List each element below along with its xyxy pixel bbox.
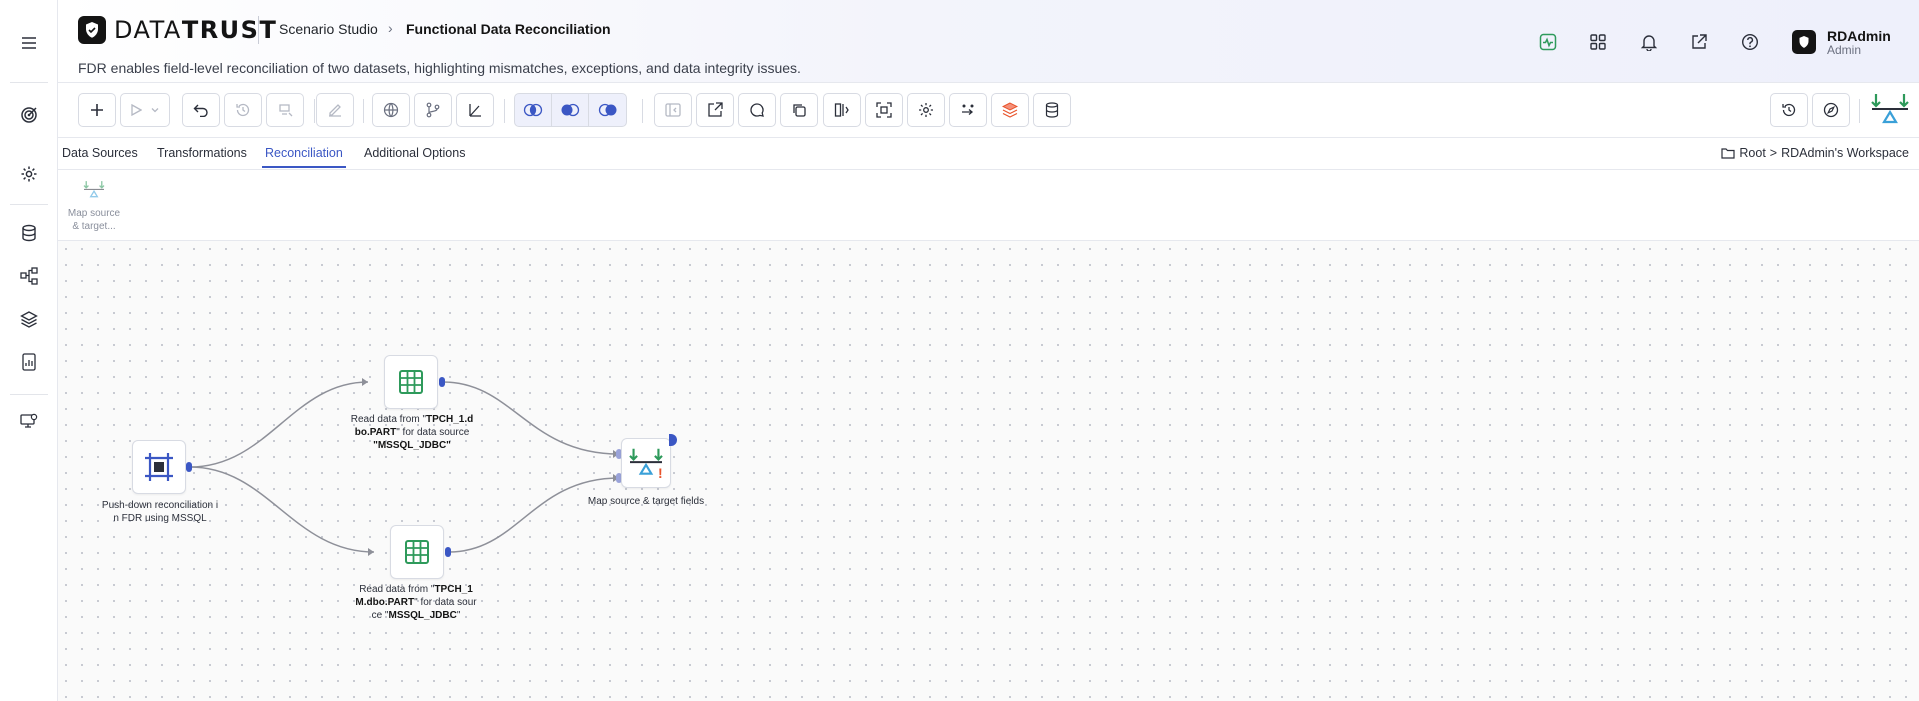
refresh-history-icon[interactable]	[1770, 93, 1808, 127]
monitor-settings-icon[interactable]	[14, 406, 44, 436]
hamburger-icon[interactable]	[14, 28, 44, 58]
node-read-tpch-part[interactable]	[384, 355, 438, 409]
external-link-icon[interactable]	[1685, 28, 1713, 56]
apps-grid-icon[interactable]	[1584, 28, 1612, 56]
breadcrumb-root[interactable]: Root	[1739, 146, 1765, 160]
toolbar-separator	[504, 99, 505, 123]
node-map-fields-label: Map source & target fields	[587, 496, 705, 507]
comment-icon[interactable]	[738, 93, 776, 127]
node-pushdown[interactable]	[132, 440, 186, 494]
breadcrumb-separator: >	[1769, 146, 1778, 160]
port-out[interactable]	[186, 462, 192, 472]
rail-divider	[10, 204, 48, 205]
right-join-icon[interactable]	[589, 94, 626, 126]
breadcrumb: Root > RDAdmin's Workspace	[1721, 146, 1909, 160]
flow-edges	[189, 378, 620, 556]
node-read-tpch-1m-part[interactable]	[390, 525, 444, 579]
rail-divider	[10, 82, 48, 83]
breadcrumb-workspace[interactable]: RDAdmin's Workspace	[1781, 146, 1909, 160]
open-external-icon[interactable]	[696, 93, 734, 127]
toolbar-separator	[314, 99, 315, 123]
node-read-tpch-part-label: Read data from "TPCH_1.d bo.PART" for dat…	[350, 414, 474, 451]
palette-label-line1: Map source	[67, 208, 121, 219]
reconcile-scale-icon[interactable]	[1870, 92, 1910, 128]
page-description: FDR enables field-level reconciliation o…	[78, 60, 801, 76]
port-out[interactable]	[445, 547, 451, 557]
clear-format-icon[interactable]	[266, 93, 304, 127]
database-icon[interactable]	[1033, 93, 1071, 127]
edit-icon[interactable]	[316, 93, 354, 127]
port-out[interactable]	[439, 377, 445, 387]
collapse-panel-icon[interactable]	[654, 93, 692, 127]
logo-text: DATATRUST	[114, 16, 278, 44]
datatrust-logo[interactable]: DATATRUST	[78, 16, 277, 44]
run-button[interactable]	[120, 93, 170, 127]
folder-icon	[1721, 148, 1735, 159]
edge-read2-map	[448, 477, 620, 553]
user-role: Admin	[1827, 43, 1862, 57]
toolbar-separator	[1859, 99, 1860, 123]
pushdown-icon	[145, 453, 173, 481]
stack-icon[interactable]	[991, 93, 1029, 127]
activity-icon[interactable]	[1534, 28, 1562, 56]
split-compare-icon[interactable]	[823, 93, 861, 127]
branch-icon[interactable]	[414, 93, 452, 127]
page-title: Functional Data Reconciliation	[406, 21, 611, 37]
node-map-fields[interactable]	[621, 438, 671, 488]
table-icon	[399, 370, 423, 394]
node-palette: Map source & target...	[58, 170, 1919, 241]
copy-icon[interactable]	[780, 93, 818, 127]
join-mode-group	[514, 93, 627, 127]
help-icon[interactable]	[1736, 28, 1764, 56]
tab-transformations[interactable]: Transformations	[157, 146, 247, 166]
focus-scan-icon[interactable]	[865, 93, 903, 127]
app-header: DATATRUST Scenario Studio › Functional D…	[58, 0, 1919, 83]
report-icon[interactable]	[14, 347, 44, 377]
left-join-icon[interactable]	[552, 94, 589, 126]
compass-icon[interactable]	[1812, 93, 1850, 127]
flow-icon[interactable]	[14, 261, 44, 291]
edge-pushdown-read1	[189, 381, 369, 468]
rail-divider	[10, 394, 48, 395]
tab-additional-options[interactable]: Additional Options	[364, 146, 465, 166]
history-icon[interactable]	[224, 93, 262, 127]
gear-icon[interactable]	[14, 159, 44, 189]
angle-icon[interactable]	[456, 93, 494, 127]
chevron-right-icon: ›	[388, 20, 393, 36]
transform-icon[interactable]	[949, 93, 987, 127]
tab-data-sources[interactable]: Data Sources	[62, 146, 138, 166]
header-divider	[258, 16, 259, 44]
palette-map-source-target[interactable]: Map source & target...	[64, 180, 124, 233]
warning-icon[interactable]: !	[658, 465, 663, 481]
shield-icon	[78, 16, 106, 44]
breadcrumb-parent[interactable]: Scenario Studio	[279, 21, 378, 37]
globe-icon[interactable]	[372, 93, 410, 127]
node-pushdown-label: Push-down reconciliation in FDR using MS…	[101, 500, 219, 524]
node-read-tpch-1m-part-label: Read data from "TPCH_1 M.dbo.PART" for da…	[355, 584, 477, 621]
table-icon	[405, 540, 429, 564]
undo-icon[interactable]	[182, 93, 220, 127]
left-rail	[0, 0, 58, 701]
toolbar-separator	[642, 99, 643, 123]
bell-icon[interactable]	[1635, 28, 1663, 56]
toolbar	[58, 83, 1919, 138]
chevron-down-icon	[151, 108, 159, 113]
palette-label-line2: & target...	[72, 221, 116, 232]
flow-canvas[interactable]: Push-down reconciliation in FDR using MS…	[58, 241, 1919, 701]
toolbar-separator	[363, 99, 364, 123]
inner-join-icon[interactable]	[515, 94, 552, 126]
tab-reconciliation[interactable]: Reconciliation	[262, 146, 346, 168]
settings-icon[interactable]	[907, 93, 945, 127]
database-icon[interactable]	[14, 218, 44, 248]
layers-icon[interactable]	[14, 304, 44, 334]
user-name[interactable]: RDAdmin	[1827, 28, 1891, 44]
add-icon[interactable]	[78, 93, 116, 127]
reconcile-scale-icon	[83, 181, 105, 198]
tab-bar: Data Sources Transformations Reconciliat…	[58, 138, 1919, 170]
avatar[interactable]	[1792, 30, 1816, 54]
target-icon[interactable]	[14, 100, 44, 130]
